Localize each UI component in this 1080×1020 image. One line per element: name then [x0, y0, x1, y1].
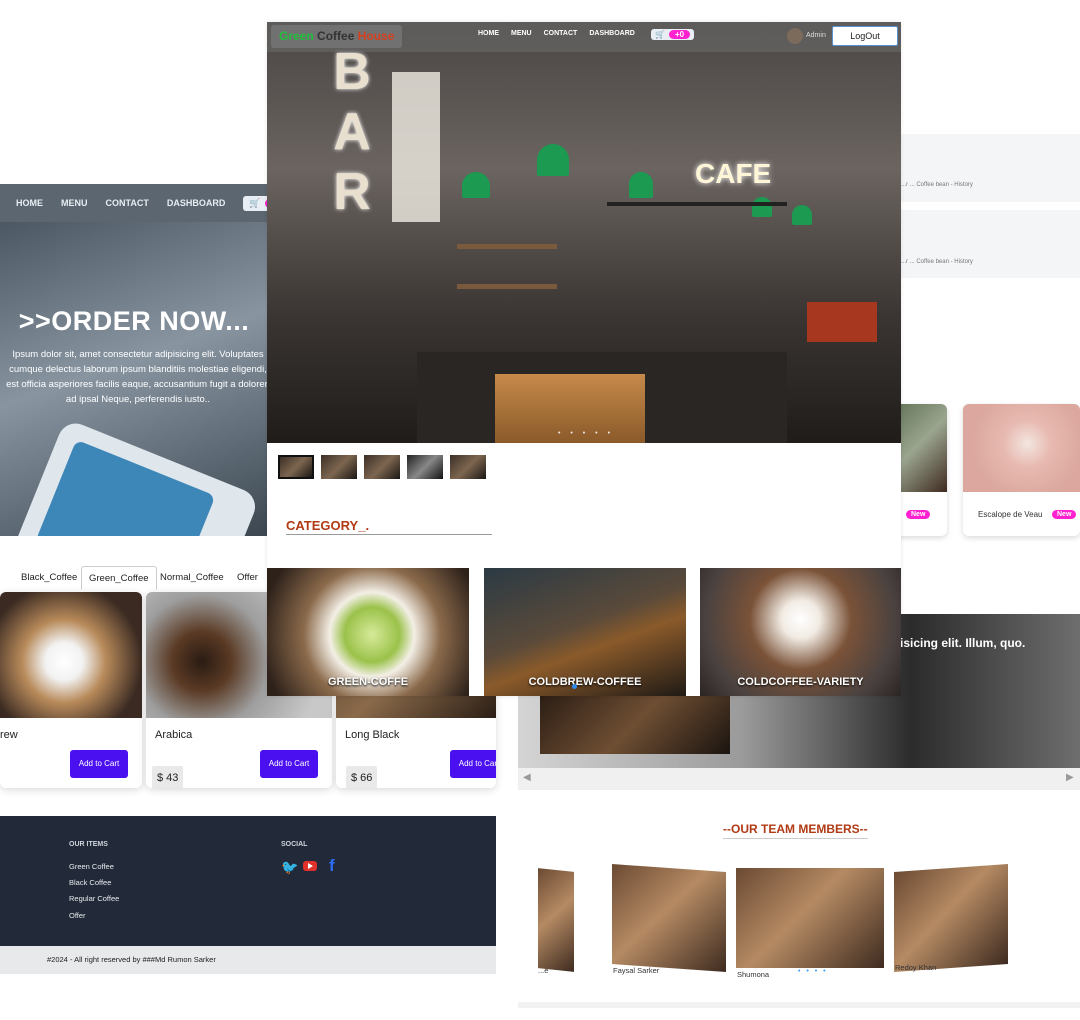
history-crumb-1: ...r ... Coffee bean - History [901, 182, 973, 188]
food-image [963, 404, 1080, 492]
cart-icon: 🛒 [655, 30, 665, 39]
footer-link[interactable]: Black Coffee [69, 878, 111, 887]
footer-items-heading: OUR ITEMS [69, 841, 108, 848]
user-label: Admin [806, 32, 826, 39]
hero-thumbnail-4[interactable] [407, 455, 443, 479]
product-price: $ 43 [152, 766, 184, 788]
brand-word-green: Green [279, 29, 314, 43]
add-to-cart-button[interactable]: Add to Cart [70, 750, 128, 778]
team-pagination[interactable]: • • • • [798, 968, 828, 975]
category-label: GREEN-COFFE [327, 676, 409, 688]
footer-link[interactable]: Offer [69, 911, 86, 920]
order-now-text: Ipsum dolor sit, amet consectetur adipis… [6, 349, 268, 405]
hero-image-cafe-bar: BAR CAFE • • • • • [267, 22, 901, 443]
team-heading: --OUR TEAM MEMBERS-- [723, 822, 868, 839]
hero-thumbnail-1[interactable] [278, 455, 314, 479]
team-card-3[interactable] [894, 864, 1008, 972]
footer-social-heading: SOCIAL [281, 841, 308, 848]
team-name-2: Shumona [737, 970, 770, 979]
nav-contact[interactable]: CONTACT [106, 198, 149, 208]
carousel-dot[interactable] [572, 684, 577, 689]
product-name: Arabica [155, 729, 193, 741]
product-price: $ 66 [346, 766, 378, 788]
footer-link[interactable]: Green Coffee [69, 862, 114, 871]
team-name-3: Redoy Khan [895, 963, 937, 972]
banner-title: isicing elit. Illum, quo. [900, 636, 1026, 650]
tab-offer[interactable]: Offer [230, 566, 265, 590]
logout-button[interactable]: LogOut [832, 26, 898, 46]
scroll-right-icon[interactable]: ▶ [1066, 772, 1074, 783]
order-now-screenshot: HOME MENU CONTACT DASHBOARD 🛒 +0 >>ORDER… [0, 184, 268, 536]
cafe-sign: CAFE [695, 158, 772, 189]
brand-logo[interactable]: Green Coffee House [271, 25, 403, 48]
main-navbar: Green Coffee House HOME MENU CONTACT DAS… [267, 22, 901, 52]
nav-home[interactable]: HOME [16, 198, 43, 208]
nav-menu[interactable]: MENU [61, 198, 88, 208]
left-navbar: HOME MENU CONTACT DASHBOARD 🛒 +0 [0, 184, 268, 222]
product-name: rew [0, 729, 18, 741]
nav-dashboard[interactable]: DASHBOARD [589, 30, 635, 37]
add-to-cart-button[interactable]: Add to Cart [450, 750, 496, 778]
hero-thumbnail-3[interactable] [364, 455, 400, 479]
scrollbar[interactable]: ◀ ▶ [518, 768, 1080, 790]
team-card-0[interactable] [538, 868, 574, 972]
nav-contact[interactable]: CONTACT [544, 30, 578, 37]
add-to-cart-button[interactable]: Add to Cart [260, 750, 318, 778]
tab-green-coffee[interactable]: Green_Coffee [81, 566, 157, 590]
tab-black-coffee[interactable]: Black_Coffee [14, 566, 84, 590]
history-crumb-2: ...r ... Coffee bean - History [901, 259, 973, 265]
facebook-icon[interactable]: f [329, 856, 335, 876]
order-now-title: >>ORDER NOW... [18, 306, 250, 336]
footer-link[interactable]: Regular Coffee [69, 894, 119, 903]
category-underline [286, 534, 492, 535]
food-card-escalope[interactable]: Escalope de Veau New [963, 404, 1080, 536]
bar-sign: BAR [333, 43, 371, 221]
avatar[interactable] [787, 28, 803, 44]
tab-normal-coffee[interactable]: Normal_Coffee [153, 566, 231, 590]
nav-dashboard[interactable]: DASHBOARD [167, 198, 226, 208]
twitter-icon[interactable]: 🐦 [281, 859, 298, 876]
food-title: Escalope de Veau [978, 510, 1043, 519]
footer: OUR ITEMS Green Coffee Black Coffee Regu… [0, 816, 496, 946]
category-tile-green-coffee[interactable]: GREEN-COFFE [267, 568, 469, 696]
nav-menu[interactable]: MENU [511, 30, 532, 37]
hero-thumbnail-2[interactable] [321, 455, 357, 479]
history-row-2: ...r ... Coffee bean - History [901, 210, 1080, 278]
copyright-text: #2024 - All right reserved by ###Md Rumo… [47, 955, 216, 964]
team-card-1[interactable] [612, 864, 726, 972]
new-badge: New [1052, 510, 1077, 519]
team-name-1: Faysal Sarker [613, 966, 660, 975]
product-name: Long Black [345, 729, 400, 741]
team-divider [518, 1002, 1080, 1008]
nav-home[interactable]: HOME [478, 30, 499, 37]
brand-word-house: House [357, 29, 395, 43]
new-badge: New [906, 510, 931, 519]
hero-pagination[interactable]: • • • • • [558, 430, 614, 437]
category-label: COLDBREW-COFFEE [528, 676, 642, 688]
product-image [0, 592, 142, 718]
category-heading: CATEGORY_. [286, 518, 370, 533]
category-label: COLDCOFFEE-VARIETY [737, 676, 864, 688]
hero-thumbnail-5[interactable] [450, 455, 486, 479]
copyright-bar: #2024 - All right reserved by ###Md Rumo… [0, 946, 496, 974]
youtube-icon[interactable] [303, 861, 317, 871]
scroll-left-icon[interactable]: ◀ [523, 772, 531, 783]
team-name-0: ...e [538, 966, 549, 975]
menu-board [392, 72, 440, 222]
cart-button[interactable]: 🛒 +0 [651, 29, 695, 40]
category-tile-coldbrew[interactable]: COLDBREW-COFFEE [484, 568, 686, 696]
cart-icon: 🛒 [249, 197, 261, 208]
brand-word-coffee: Coffee [317, 29, 355, 43]
card-reader-image [9, 418, 261, 536]
team-card-2[interactable] [736, 868, 884, 968]
category-tile-coldcoffee[interactable]: COLDCOFFEE-VARIETY [700, 568, 901, 696]
cart-count: +0 [668, 30, 691, 39]
history-row-1: ...r ... Coffee bean - History [901, 134, 1080, 202]
cart-button[interactable]: 🛒 +0 [243, 195, 268, 211]
product-card-0[interactable]: rew Add to Cart [0, 592, 142, 788]
